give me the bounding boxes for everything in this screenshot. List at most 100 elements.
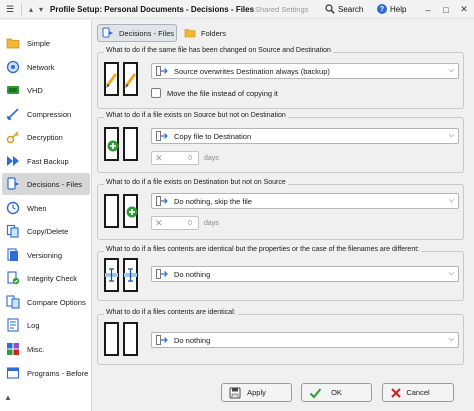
destination-pane bbox=[123, 258, 138, 292]
sidebar-item-network[interactable]: Network bbox=[2, 56, 90, 78]
group-label: What to do if a file exists on Source bu… bbox=[104, 112, 288, 119]
group-label: What to do if the same file has been cha… bbox=[104, 47, 333, 54]
pencil-icon bbox=[105, 73, 118, 88]
sidebar-item-label: Misc. bbox=[27, 344, 45, 354]
changed-both-select[interactable]: Source overwrites Destination always (ba… bbox=[151, 63, 459, 79]
dropdown-icon[interactable]: ▾ bbox=[36, 0, 46, 19]
contents-identical-select[interactable]: Do nothing ⌵ bbox=[151, 332, 459, 348]
sidebar-item-compression[interactable]: Compression bbox=[2, 103, 90, 125]
menu-icon[interactable]: ☰ bbox=[3, 0, 17, 19]
group-label: What to do if a files contents are ident… bbox=[104, 246, 422, 253]
sidebar-item-when[interactable]: When bbox=[2, 197, 90, 219]
sidebar-item-label: Compression bbox=[27, 109, 72, 119]
destination-only-days-row: ✕ 0 days bbox=[151, 216, 219, 230]
vhd-icon bbox=[6, 83, 20, 97]
days-value: 0 bbox=[188, 219, 192, 227]
properties-different-select[interactable]: Do nothing ⌵ bbox=[151, 266, 459, 282]
source-pane bbox=[104, 322, 119, 356]
clear-icon[interactable]: ✕ bbox=[155, 153, 167, 164]
sidebar-item-label: VHD bbox=[27, 85, 43, 95]
pencil-icon bbox=[124, 73, 137, 88]
select-value: Source overwrites Destination always (ba… bbox=[174, 66, 330, 76]
source-pane bbox=[104, 258, 119, 292]
contents-identical-diagram bbox=[104, 322, 138, 356]
compression-icon bbox=[6, 107, 20, 121]
sidebar-item-copy-delete[interactable]: Copy/Delete bbox=[2, 220, 90, 242]
tab-label: Folders bbox=[201, 28, 227, 38]
sidebar-item-label: Copy/Delete bbox=[27, 226, 69, 236]
sidebar-item-log[interactable]: Log bbox=[2, 314, 90, 336]
sidebar: Simple Network VHD Compression Decryptio… bbox=[0, 20, 92, 411]
sidebar-item-decryption[interactable]: Decryption bbox=[2, 126, 90, 148]
text-cursor-icon bbox=[124, 268, 137, 282]
programs-icon bbox=[6, 366, 20, 380]
sidebar-item-label: Decryption bbox=[27, 132, 63, 142]
title-divider bbox=[21, 3, 22, 15]
sidebar-item-label: Log bbox=[27, 320, 40, 330]
sidebar-item-label: Programs - Before bbox=[27, 368, 89, 378]
move-file-checkbox[interactable] bbox=[151, 88, 161, 98]
folder-tab-icon bbox=[184, 27, 196, 39]
sidebar-item-label: Decisions - Files bbox=[27, 179, 83, 189]
destination-pane bbox=[123, 127, 138, 161]
arrow-right-icon bbox=[155, 130, 169, 142]
select-value: Do nothing bbox=[174, 335, 211, 345]
group-label: What to do if a file exists on Destinati… bbox=[104, 179, 288, 186]
days-spinbox[interactable]: ✕ 0 bbox=[151, 216, 199, 230]
tab-folders[interactable]: Folders bbox=[180, 24, 240, 42]
decisions-icon bbox=[6, 177, 20, 191]
search-button[interactable]: Search bbox=[325, 4, 363, 14]
days-unit: days bbox=[204, 219, 219, 227]
chevron-down-icon: ⌵ bbox=[448, 270, 454, 277]
checkbox-label: Move the file instead of copying it bbox=[167, 88, 278, 98]
help-icon: ? bbox=[377, 4, 387, 14]
arrow-right-icon bbox=[155, 334, 169, 346]
minimize-button[interactable]: – bbox=[420, 0, 436, 19]
tab-decisions-files[interactable]: Decisions - Files bbox=[97, 24, 177, 42]
sidebar-item-integrity-check[interactable]: Integrity Check bbox=[2, 267, 90, 289]
network-icon bbox=[6, 60, 20, 74]
ok-button[interactable]: OK bbox=[301, 383, 372, 402]
source-only-select[interactable]: Copy file to Destination ⌵ bbox=[151, 128, 459, 144]
apply-label: Apply bbox=[247, 388, 266, 397]
pin-icon[interactable]: ▴ bbox=[26, 0, 36, 19]
plus-icon bbox=[107, 140, 119, 152]
sidebar-item-fast-backup[interactable]: Fast Backup bbox=[2, 150, 90, 172]
destination-only-select[interactable]: Do nothing, skip the file ⌵ bbox=[151, 193, 459, 209]
folder-icon bbox=[6, 36, 20, 50]
fast-forward-icon bbox=[6, 154, 20, 168]
sidebar-item-compare-options[interactable]: Compare Options bbox=[2, 291, 90, 313]
sidebar-item-versioning[interactable]: Versioning bbox=[2, 244, 90, 266]
sidebar-item-label: Simple bbox=[27, 38, 50, 48]
changed-both-diagram bbox=[104, 62, 138, 96]
days-value: 0 bbox=[188, 154, 192, 162]
close-window-button[interactable]: ✕ bbox=[456, 0, 472, 19]
misc-icon bbox=[6, 342, 20, 356]
days-spinbox[interactable]: ✕ 0 bbox=[151, 151, 199, 165]
sidebar-item-label: Fast Backup bbox=[27, 156, 69, 166]
group-label: What to do if a files contents are ident… bbox=[104, 309, 238, 316]
sidebar-item-misc[interactable]: Misc. bbox=[2, 338, 90, 360]
maximize-button[interactable]: □ bbox=[438, 0, 454, 19]
clock-icon bbox=[6, 201, 20, 215]
chevron-down-icon: ⌵ bbox=[448, 336, 454, 343]
integrity-check-icon bbox=[6, 271, 20, 285]
cancel-button[interactable]: Cancel bbox=[382, 383, 454, 402]
sidebar-scroll-up-icon[interactable]: ▲ bbox=[4, 393, 12, 402]
sidebar-item-decisions-files[interactable]: Decisions - Files bbox=[2, 173, 90, 195]
shared-settings-link[interactable]: Shared Settings bbox=[255, 5, 308, 14]
days-unit: days bbox=[204, 154, 219, 162]
sidebar-item-simple[interactable]: Simple bbox=[2, 32, 90, 54]
apply-button[interactable]: Apply bbox=[221, 383, 292, 402]
search-icon bbox=[325, 4, 335, 14]
help-button[interactable]: ? Help bbox=[377, 4, 406, 14]
chevron-down-icon: ⌵ bbox=[448, 132, 454, 139]
chevron-down-icon: ⌵ bbox=[448, 67, 454, 74]
clear-icon[interactable]: ✕ bbox=[155, 218, 167, 229]
sidebar-item-programs-before[interactable]: Programs - Before bbox=[2, 362, 90, 384]
sidebar-item-vhd[interactable]: VHD bbox=[2, 79, 90, 101]
source-pane bbox=[104, 62, 119, 96]
move-file-checkbox-row[interactable]: Move the file instead of copying it bbox=[151, 88, 278, 98]
copy-icon bbox=[6, 224, 20, 238]
tab-label: Decisions - Files bbox=[119, 28, 175, 38]
